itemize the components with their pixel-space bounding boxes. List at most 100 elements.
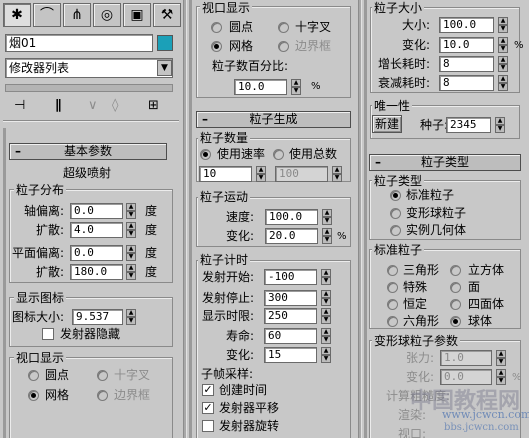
use-rate-radio[interactable] xyxy=(200,149,211,160)
scrollbar[interactable] xyxy=(3,128,6,438)
axis-offset-spinner[interactable]: ▲ ▼ xyxy=(126,203,136,219)
tension-spinner[interactable]: ▲ ▼ xyxy=(496,350,506,366)
mesh-radio[interactable] xyxy=(28,390,39,401)
tension-field[interactable]: 1.0 xyxy=(440,350,492,366)
seed-spinner[interactable]: ▲ ▼ xyxy=(495,117,505,133)
percent-field[interactable]: 10.0 xyxy=(234,79,287,95)
motion-tab-icon[interactable]: ◎ xyxy=(93,3,121,27)
bbox-radio[interactable] xyxy=(97,390,108,401)
size-variation-field[interactable]: 10.0 xyxy=(439,37,494,53)
rate-field[interactable]: 10 xyxy=(199,166,252,182)
emitter-rotation-checkbox[interactable] xyxy=(202,420,214,432)
configure-modifier-sets-icon[interactable]: ⊞ xyxy=(148,98,159,113)
object-color-swatch[interactable] xyxy=(157,35,173,51)
rate-spinner[interactable]: ▲ ▼ xyxy=(256,166,266,182)
grow-for-field[interactable]: 8 xyxy=(439,56,494,72)
hierarchy-tab-icon[interactable]: ⋔ xyxy=(63,3,91,27)
chevron-down-icon[interactable]: ▼ xyxy=(157,60,172,76)
display-tab-icon[interactable]: ▣ xyxy=(123,3,151,27)
life-variation-spinner[interactable]: ▲ ▼ xyxy=(321,347,331,363)
seed-field[interactable]: 2345 xyxy=(446,117,491,133)
emitter-translation-checkbox[interactable]: ✓ xyxy=(202,402,214,414)
life-variation-field[interactable]: 15 xyxy=(264,347,317,363)
icon-size-spinner[interactable]: ▲ ▼ xyxy=(126,309,136,325)
plane-spread-spinner[interactable]: ▲ ▼ xyxy=(126,264,136,280)
emit-stop-field[interactable]: 300 xyxy=(264,290,317,306)
fade-for-spinner[interactable]: ▲ ▼ xyxy=(498,75,508,91)
facing-radio[interactable] xyxy=(450,282,461,293)
display-until-spinner[interactable]: ▲ ▼ xyxy=(321,308,331,324)
size-field[interactable]: 100.0 xyxy=(439,17,494,33)
scrollbar[interactable] xyxy=(364,0,367,438)
make-unique-icon[interactable]: ∨ xyxy=(88,98,98,113)
grow-for-spinner[interactable]: ▲ ▼ xyxy=(498,56,508,72)
life-spinner[interactable]: ▲ ▼ xyxy=(321,328,331,344)
group-title: 视口显示 xyxy=(14,349,67,366)
variation-field[interactable]: 20.0 xyxy=(265,228,318,244)
facing-label: 面 xyxy=(468,280,481,294)
speed-field[interactable]: 100.0 xyxy=(265,209,318,225)
cube-radio[interactable] xyxy=(450,265,461,276)
emitter-hidden-checkbox[interactable] xyxy=(42,328,54,340)
spread-spinner[interactable]: ▲ ▼ xyxy=(126,222,136,238)
ticks-radio[interactable] xyxy=(97,370,108,381)
rollout-basic-params[interactable]: – 基本参数 xyxy=(9,143,167,160)
special-radio[interactable] xyxy=(387,282,398,293)
watermark-forum: bbs.jcwcn.com xyxy=(444,422,519,433)
size-spinner[interactable]: ▲ ▼ xyxy=(498,17,508,33)
object-name-field[interactable]: 烟01 xyxy=(5,34,153,52)
standard-particles-radio[interactable] xyxy=(390,190,401,201)
plane-spread-field[interactable]: 180.0 xyxy=(70,264,123,280)
axis-offset-field[interactable]: 0.0 xyxy=(70,203,123,219)
size-variation-spinner[interactable]: ▲ ▼ xyxy=(498,37,508,53)
create-tab-icon[interactable]: ✱ xyxy=(3,3,31,27)
emit-stop-spinner[interactable]: ▲ ▼ xyxy=(321,290,331,306)
dots-label: 圆点 xyxy=(45,368,70,382)
dots-radio[interactable] xyxy=(211,22,222,33)
spread-field[interactable]: 4.0 xyxy=(70,222,123,238)
variation-spinner[interactable]: ▲ ▼ xyxy=(322,228,332,244)
plane-offset-field[interactable]: 0.0 xyxy=(70,245,123,261)
percent-spinner[interactable]: ▲ ▼ xyxy=(291,79,301,95)
ticks-radio[interactable] xyxy=(278,22,289,33)
remove-modifier-icon[interactable]: ◊ xyxy=(112,98,118,113)
use-total-radio[interactable] xyxy=(273,149,284,160)
instanced-geometry-radio[interactable] xyxy=(390,225,401,236)
constant-radio[interactable] xyxy=(387,299,398,310)
total-field[interactable]: 100 xyxy=(275,166,328,182)
scrollbar[interactable] xyxy=(189,0,192,438)
new-seed-button[interactable]: 新建 xyxy=(372,115,402,133)
display-until-field[interactable]: 250 xyxy=(264,308,317,324)
life-field[interactable]: 60 xyxy=(264,328,317,344)
speed-spinner[interactable]: ▲ ▼ xyxy=(322,209,332,225)
mesh-radio[interactable] xyxy=(211,41,222,52)
emit-start-spinner[interactable]: ▲ ▼ xyxy=(321,269,331,285)
sphere-radio[interactable] xyxy=(450,316,461,327)
icon-size-field[interactable]: 9.537 xyxy=(72,309,123,325)
show-end-result-icon[interactable]: ∥ xyxy=(55,98,62,113)
mesh-label: 网格 xyxy=(45,388,70,402)
group-title: 唯一性 xyxy=(372,97,413,114)
dots-radio[interactable] xyxy=(28,370,39,381)
total-spinner[interactable]: ▲ ▼ xyxy=(332,166,342,182)
rollout-particle-generation[interactable]: – 粒子生成 xyxy=(196,111,351,128)
modify-tab-icon[interactable]: ⌒ xyxy=(33,3,61,27)
emit-start-label: 发射开始: xyxy=(202,270,255,284)
modifier-list-dropdown[interactable]: 修改器列表 xyxy=(5,58,173,78)
fade-for-field[interactable]: 8 xyxy=(439,75,494,91)
creation-time-checkbox[interactable]: ✓ xyxy=(202,384,214,396)
sixpoint-radio[interactable] xyxy=(387,316,398,327)
tetra-radio[interactable] xyxy=(450,299,461,310)
triangle-radio[interactable] xyxy=(387,265,398,276)
group-title: 标准粒子 xyxy=(372,241,425,258)
pin-stack-icon[interactable]: ⊣ xyxy=(14,98,25,113)
metaparticles-radio[interactable] xyxy=(390,208,401,219)
percent-unit: % xyxy=(514,40,524,51)
emit-start-field[interactable]: -100 xyxy=(264,269,317,285)
utilities-tab-icon[interactable]: ⚒ xyxy=(153,3,181,27)
plane-offset-spinner[interactable]: ▲ ▼ xyxy=(126,245,136,261)
plane-spread-label: 扩散: xyxy=(36,265,65,279)
rollout-particle-type[interactable]: – 粒子类型 xyxy=(369,154,521,171)
bbox-radio[interactable] xyxy=(278,41,289,52)
degree-unit: 度 xyxy=(145,265,158,279)
